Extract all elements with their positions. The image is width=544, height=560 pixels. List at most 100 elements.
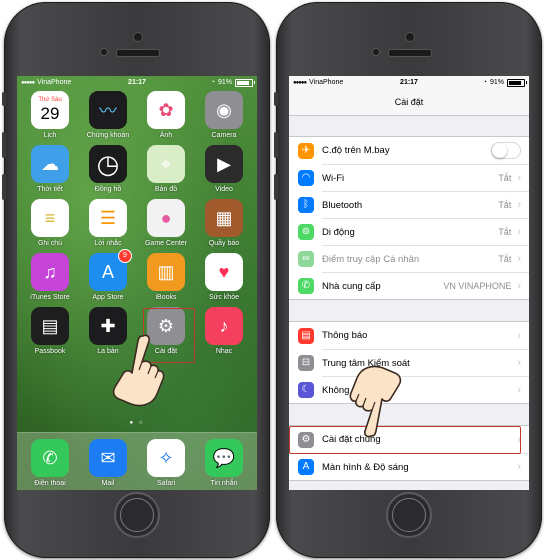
page-title: Cài đặt xyxy=(289,89,529,116)
settings-row-label: Nhà cung cấp xyxy=(322,280,381,292)
messages-icon: 💬 xyxy=(205,439,243,477)
settings-row-value: Tắt xyxy=(498,200,512,210)
do-not-disturb-icon: ☾ xyxy=(298,381,314,398)
wifi-icon: ◠ xyxy=(298,169,314,186)
settings-row-control-center[interactable]: ⊟ Trung tâm Kiểm soát › xyxy=(289,348,529,376)
app-calendar[interactable]: Thứ Sáu 29 Lịch xyxy=(21,91,79,145)
cellular-icon: ⊚ xyxy=(298,223,314,240)
app-safari[interactable]: ✧ Safari xyxy=(137,439,195,490)
settings-row-hotspot[interactable]: ∞ Điểm truy cập Cá nhân Tắt › xyxy=(289,244,529,272)
battery-icon xyxy=(507,78,527,87)
volume-up-button xyxy=(274,132,278,158)
app-label: Camera xyxy=(211,132,237,139)
airplane-mode-toggle[interactable] xyxy=(491,142,521,159)
settings-row-do-not-disturb[interactable]: ☾Không làm phiền› xyxy=(289,375,529,403)
clock-icon: ◷ xyxy=(89,145,127,183)
page-indicator: ● ○ xyxy=(129,420,145,426)
app-music[interactable]: ♪ Nhạc xyxy=(195,307,253,361)
carrier-icon: ✆ xyxy=(298,277,314,294)
front-camera xyxy=(372,48,380,56)
settings-row-label: Điểm truy cập Cá nhân xyxy=(322,253,420,265)
app-label: iTunes Store xyxy=(30,294,70,301)
bluetooth-icon: ᛒ xyxy=(298,196,314,213)
app-health[interactable]: ♥ Sức khỏe xyxy=(195,253,253,307)
app-label: Chứng khoán xyxy=(86,132,130,139)
app-notes[interactable]: ≡ Ghi chú xyxy=(21,199,79,253)
settings-row-bluetooth[interactable]: ᛒ Bluetooth Tắt › xyxy=(289,190,529,218)
newsstand-icon: ▦ xyxy=(205,199,243,237)
settings-row-value: Tắt xyxy=(498,173,512,183)
settings-row-carrier[interactable]: ✆ Nhà cung cấp VN VINAPHONE › xyxy=(289,271,529,299)
settings-group-connectivity: ✈ C.độ trên M.bay ◠ Wi-Fi Tắt › ᛒ Bluetooth Tắt ›… xyxy=(289,136,529,300)
app-label: Lời nhắc xyxy=(94,240,122,247)
app-camera[interactable]: ◉ Camera xyxy=(195,91,253,145)
app-reminders[interactable]: ☰ Lời nhắc xyxy=(79,199,137,253)
app-label: Ghi chú xyxy=(37,240,63,247)
calendar-day: Thứ Sáu xyxy=(38,97,62,103)
settings-row-cellular[interactable]: ⊚ Di động Tắt › xyxy=(289,217,529,245)
app-ibooks[interactable]: ▥ iBooks xyxy=(137,253,195,307)
settings-row-label: Thông báo xyxy=(322,330,368,341)
app-stocks[interactable]: 〰 Chứng khoán xyxy=(79,91,137,145)
app-grid: Thứ Sáu 29 Lịch 〰 Chứng khoán ✿ Ảnh ◉ Camera ☁ Thờ… xyxy=(21,91,253,361)
app-photos[interactable]: ✿ Ảnh xyxy=(137,91,195,145)
chevron-right-icon: › xyxy=(517,461,521,473)
app-label: iBooks xyxy=(155,294,177,301)
app-label: Safari xyxy=(156,480,176,487)
app-maps[interactable]: ⌖ Bản đồ xyxy=(137,145,195,199)
ibooks-icon: ▥ xyxy=(147,253,185,291)
app-weather[interactable]: ☁ Thời tiết xyxy=(21,145,79,199)
app-phone[interactable]: ✆ Điện thoại xyxy=(21,439,79,490)
settings-row-notifications[interactable]: ▤ Thông báo › xyxy=(289,322,529,349)
app-game-center[interactable]: ● Game Center xyxy=(137,199,195,253)
airplane-icon: ✈ xyxy=(298,142,314,159)
app-clock[interactable]: ◷ Đồng hồ xyxy=(79,145,137,199)
tap-hand-icon xyxy=(112,334,165,407)
tap-hand-icon xyxy=(349,365,402,438)
calendar-date: 29 xyxy=(40,104,60,123)
settings-row-airplane[interactable]: ✈ C.độ trên M.bay xyxy=(289,137,529,164)
settings-row-value: VN VINAPHONE xyxy=(443,281,512,291)
hotspot-icon: ∞ xyxy=(298,250,314,267)
reminders-icon: ☰ xyxy=(89,199,127,237)
chevron-right-icon: › xyxy=(517,329,521,342)
app-itunes-store[interactable]: ♫ iTunes Store xyxy=(21,253,79,307)
volume-down-button xyxy=(274,174,278,200)
settings-row-label: Wi-Fi xyxy=(322,172,345,184)
camera-dot xyxy=(133,32,143,42)
maps-icon: ⌖ xyxy=(147,145,185,183)
status-time: 21:17 xyxy=(128,79,146,86)
home-button[interactable] xyxy=(114,492,160,538)
app-label: Game Center xyxy=(144,240,188,247)
earpiece-speaker xyxy=(116,49,160,57)
settings-row-value: Tắt xyxy=(498,227,512,237)
videos-icon: ▶ xyxy=(205,145,243,183)
app-app-store[interactable]: A 9 App Store xyxy=(79,249,137,307)
app-mail[interactable]: ✉ Mail xyxy=(79,439,137,490)
app-newsstand[interactable]: ▦ Quầy báo xyxy=(195,199,253,253)
settings-row-wifi[interactable]: ◠ Wi-Fi Tắt › xyxy=(289,163,529,191)
settings-row-value: Tắt xyxy=(498,254,512,264)
passbook-icon: ▤ xyxy=(31,307,69,345)
settings-row-display-brightness[interactable]: A Màn hình & Độ sáng › xyxy=(289,452,529,480)
itunes-store-icon: ♫ xyxy=(31,253,69,291)
app-messages[interactable]: 💬 Tin nhắn xyxy=(195,439,253,490)
app-label: Ảnh xyxy=(159,132,173,139)
settings-row-label: Màn hình & Độ sáng xyxy=(322,461,409,473)
app-videos[interactable]: ▶ Video xyxy=(195,145,253,199)
music-icon: ♪ xyxy=(205,307,243,345)
app-passbook[interactable]: ▤ Passbook xyxy=(21,307,79,361)
chevron-right-icon: › xyxy=(517,384,521,396)
app-label: Mail xyxy=(101,480,115,487)
app-label: Điện thoại xyxy=(34,480,66,487)
home-button[interactable] xyxy=(386,492,432,538)
control-center-icon: ⊟ xyxy=(298,354,314,371)
status-bar: ●●●●● VinaPhone 21:17 ◔ 91% xyxy=(17,76,257,89)
app-label: Đồng hồ xyxy=(94,186,122,193)
settings-row-label: Di động xyxy=(322,226,355,238)
volume-up-button xyxy=(2,132,6,158)
camera-icon: ◉ xyxy=(205,91,243,129)
camera-dot xyxy=(405,32,415,42)
calendar-icon: Thứ Sáu 29 xyxy=(31,91,69,129)
app-label: Quầy báo xyxy=(208,240,240,247)
